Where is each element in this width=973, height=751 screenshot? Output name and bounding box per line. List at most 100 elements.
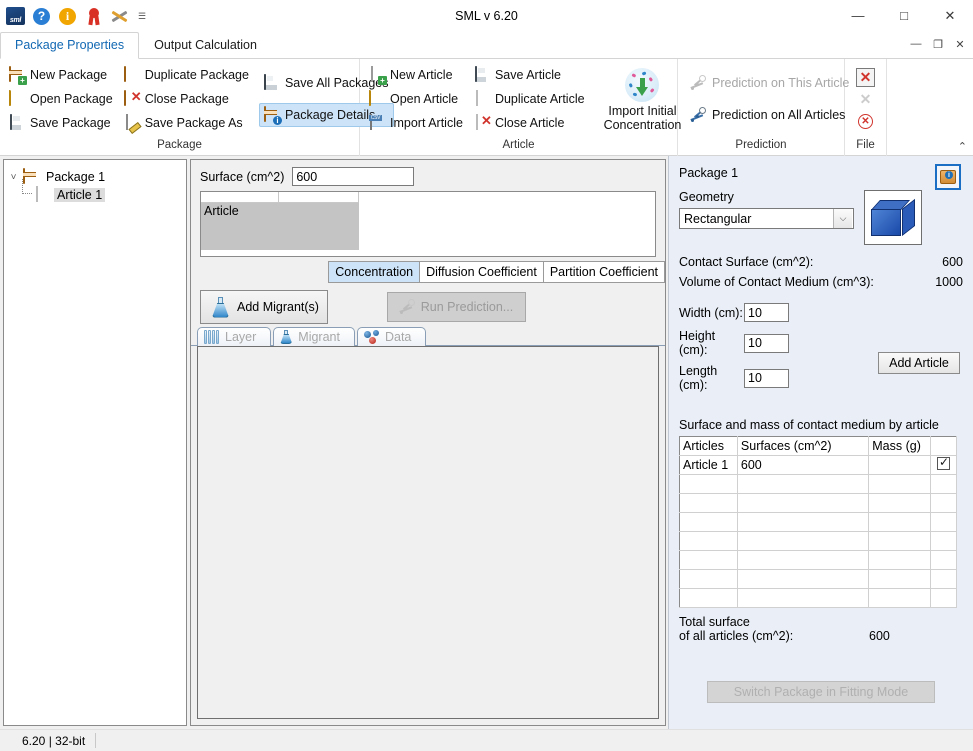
table-header-row: Articles Surfaces (cm^2) Mass (g)	[680, 437, 957, 456]
save-article-button[interactable]: Save Article	[469, 63, 591, 87]
table-row[interactable]	[680, 551, 957, 570]
open-package-button[interactable]: Open Package	[4, 87, 119, 111]
close-article-icon: ✕	[474, 115, 490, 131]
duplicate-article-label: Duplicate Article	[495, 92, 585, 106]
prediction-on-this-article-button[interactable]: Prediction on This Article	[686, 71, 855, 95]
table-row[interactable]: Article 1 600	[680, 456, 957, 475]
table-row[interactable]	[680, 475, 957, 494]
quick-access-more-icon[interactable]: ☰	[136, 11, 148, 22]
article-grid-cell[interactable]: Article	[201, 203, 359, 250]
chevron-down-icon[interactable]: ⌵	[833, 209, 852, 228]
tab-diffusion-coefficient[interactable]: Diffusion Coefficient	[419, 261, 544, 283]
import-article-button[interactable]: Import Article	[364, 111, 469, 135]
contact-surface-value: 600	[909, 255, 963, 269]
flask-icon	[211, 297, 230, 318]
collapse-ribbon-button[interactable]: ⌃	[958, 140, 967, 153]
tab-package-properties[interactable]: Package Properties	[0, 32, 139, 59]
mdi-close-button[interactable]: ✕	[949, 34, 971, 54]
surface-mass-table-title: Surface and mass of contact medium by ar…	[679, 418, 963, 432]
import-initial-concentration-icon	[625, 68, 659, 102]
length-input[interactable]	[744, 369, 789, 388]
duplicate-package-icon	[124, 67, 140, 83]
save-all-packages-icon	[264, 75, 280, 91]
switch-package-fitting-mode-button[interactable]: Switch Package in Fitting Mode	[707, 681, 935, 703]
tools-icon[interactable]	[110, 7, 129, 26]
table-row[interactable]	[680, 513, 957, 532]
ribbon-group-label-package: Package	[0, 137, 359, 156]
geometry-select[interactable]: Rectangular ⌵	[679, 208, 854, 229]
tree-node-article[interactable]: Article 1	[8, 186, 182, 204]
editor-sub-tabs: Layer Migrant Data	[191, 324, 665, 346]
save-package-button[interactable]: Save Package	[4, 111, 119, 135]
minimize-button[interactable]: —	[835, 0, 881, 31]
run-prediction-button[interactable]: Run Prediction...	[387, 292, 526, 322]
surface-input[interactable]	[292, 167, 414, 186]
tab-output-calculation[interactable]: Output Calculation	[139, 32, 272, 58]
add-migrants-button[interactable]: Add Migrant(s)	[200, 290, 328, 324]
import-initial-concentration-button[interactable]: Import Initial Concentration	[603, 65, 683, 133]
width-input[interactable]	[744, 303, 789, 322]
close-package-button[interactable]: ✕ Close Package	[119, 87, 255, 111]
ribbon: + New Package Open Package Save Package	[0, 59, 973, 156]
geometry-select-value: Rectangular	[684, 212, 751, 226]
maximize-button[interactable]: □	[881, 0, 927, 31]
open-article-button[interactable]: Open Article	[364, 87, 469, 111]
application-window: sml ? i ☰ SML v 6.20 — □ ✕ Package Prope…	[0, 0, 973, 751]
sub-tab-data[interactable]: Data	[357, 327, 426, 346]
package-details-icon: i	[264, 107, 280, 123]
new-package-button[interactable]: + New Package	[4, 63, 119, 87]
expand-chevron-icon[interactable]: ˅	[8, 172, 19, 183]
table-row[interactable]	[680, 589, 957, 608]
duplicate-article-button[interactable]: Duplicate Article	[469, 87, 591, 111]
layer-icon	[204, 330, 219, 344]
exit-icon[interactable]: ✕	[856, 112, 875, 131]
table-row[interactable]	[680, 570, 957, 589]
save-package-as-icon	[124, 115, 140, 131]
mdi-minimize-button[interactable]: —	[905, 34, 927, 54]
prediction-icon	[400, 299, 416, 315]
height-input[interactable]	[744, 334, 789, 353]
prediction-icon	[691, 107, 707, 123]
duplicate-package-button[interactable]: Duplicate Package	[119, 63, 255, 87]
save-package-as-button[interactable]: Save Package As	[119, 111, 255, 135]
help-icon[interactable]: ?	[32, 7, 51, 26]
ribbon-tab-strip: Package Properties Output Calculation — …	[0, 32, 973, 59]
ribbon-group-file: ✕ ✕ ✕ File	[845, 59, 887, 156]
title-bar: sml ? i ☰ SML v 6.20 — □ ✕	[0, 0, 973, 32]
main-body: ˅ Package 1 Article 1 Surface (cm^2) Art…	[0, 156, 973, 729]
cube-icon	[871, 200, 915, 236]
close-file-icon[interactable]: ✕	[856, 68, 875, 87]
close-article-button[interactable]: ✕ Close Article	[469, 111, 591, 135]
total-surface-label-line2: of all articles (cm^2):	[679, 629, 793, 643]
editor-content-area[interactable]	[197, 346, 659, 719]
package-info-icon[interactable]	[935, 164, 961, 190]
sub-tab-layer[interactable]: Layer	[197, 327, 271, 346]
contact-surface-label: Contact Surface (cm^2):	[679, 255, 909, 269]
total-surface-value: 600	[869, 629, 890, 643]
award-icon[interactable]	[84, 7, 103, 26]
prediction-on-all-articles-button[interactable]: Prediction on All Articles	[686, 103, 855, 127]
close-button[interactable]: ✕	[927, 0, 973, 31]
table-row[interactable]	[680, 494, 957, 513]
article-icon	[34, 187, 50, 203]
mdi-restore-button[interactable]: ❐	[927, 34, 949, 54]
new-article-button[interactable]: + New Article	[364, 63, 469, 87]
column-header-select	[931, 437, 957, 456]
volume-row: Volume of Contact Medium (cm^3): 1000	[679, 275, 963, 289]
row-checkbox[interactable]	[937, 457, 950, 470]
status-version: 6.20 | 32-bit	[0, 733, 96, 748]
ribbon-group-package: + New Package Open Package Save Package	[0, 59, 360, 156]
sub-tab-migrant[interactable]: Migrant	[273, 327, 355, 346]
info-icon[interactable]: i	[58, 7, 77, 26]
open-article-icon	[369, 91, 385, 107]
tab-partition-coefficient[interactable]: Partition Coefficient	[543, 261, 665, 283]
coefficient-tabs: Concentration Diffusion Coefficient Part…	[191, 261, 665, 283]
tree-node-package[interactable]: ˅ Package 1	[8, 168, 182, 186]
article-grid[interactable]: Article	[200, 191, 656, 257]
tab-concentration[interactable]: Concentration	[328, 261, 420, 283]
add-article-button[interactable]: Add Article	[878, 352, 960, 374]
open-article-label: Open Article	[390, 92, 458, 106]
ribbon-group-label-file: File	[845, 137, 886, 156]
table-row[interactable]	[680, 532, 957, 551]
cell-checkbox[interactable]	[931, 456, 957, 475]
